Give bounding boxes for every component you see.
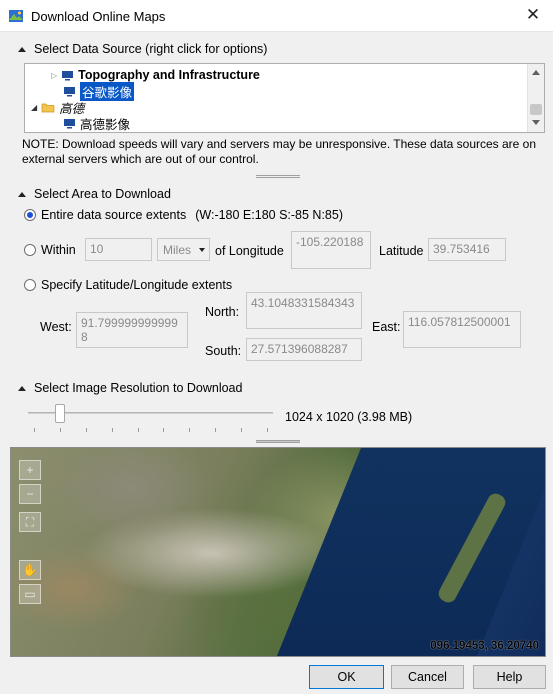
north-field[interactable]: 43.1048331584343 — [246, 292, 362, 329]
slider-tick — [137, 428, 139, 432]
close-icon[interactable]: ✕ — [521, 3, 545, 27]
tree-item-gaode-folder[interactable]: ◢ 高德 — [31, 99, 84, 116]
collapse-caret-icon[interactable] — [18, 46, 26, 52]
radio-selected-icon[interactable] — [24, 209, 36, 221]
west-label: West: — [40, 320, 72, 334]
longitude-field[interactable]: -105.220188 — [291, 231, 371, 269]
of-longitude-label: of Longitude — [215, 244, 284, 258]
tree-scrollbar[interactable] — [527, 64, 544, 132]
resolution-header-label: Select Image Resolution to Download — [34, 381, 243, 395]
within-distance-field[interactable]: 10 — [85, 238, 152, 261]
cancel-button[interactable]: Cancel — [391, 665, 464, 689]
specify-extents-label: Specify Latitude/Longitude extents — [41, 278, 233, 292]
latitude-field[interactable]: 39.753416 — [428, 238, 506, 261]
within-radio[interactable]: Within — [24, 243, 76, 257]
tree-item-label: Topography and Infrastructure — [78, 68, 260, 82]
monitor-icon — [62, 70, 74, 80]
zoom-out-icon[interactable]: − — [19, 484, 41, 504]
ocean-area — [276, 448, 545, 656]
units-dropdown[interactable]: Miles — [157, 238, 210, 261]
radio-unselected-icon[interactable] — [24, 244, 36, 256]
map-preview[interactable]: + − ⛶ ✋ ▭ 096.19453, 36.20740 — [10, 447, 546, 657]
data-source-header-label: Select Data Source (right click for opti… — [34, 42, 268, 56]
east-label: East: — [372, 320, 401, 334]
tree-item-label: 高德影像 — [80, 117, 131, 132]
radio-unselected-icon[interactable] — [24, 279, 36, 291]
resolution-header[interactable]: Select Image Resolution to Download — [18, 381, 242, 395]
note-text: NOTE: Download speeds will vary and serv… — [22, 137, 537, 166]
monitor-icon — [64, 118, 75, 128]
units-value: Miles — [163, 243, 192, 257]
slider-tick — [215, 428, 217, 432]
app-icon — [9, 10, 23, 22]
west-field[interactable]: 91.7999999999998 — [76, 312, 188, 348]
area-header-label: Select Area to Download — [34, 187, 171, 201]
window-title: Download Online Maps — [31, 9, 166, 24]
latitude-label: Latitude — [379, 244, 424, 258]
scroll-thumb[interactable] — [530, 104, 542, 115]
area-header[interactable]: Select Area to Download — [18, 187, 171, 201]
slider-tick — [111, 428, 113, 432]
scroll-down-icon[interactable] — [532, 120, 540, 125]
entire-extents-label: Entire data source extents — [41, 208, 187, 222]
south-field[interactable]: 27.571396088287 — [246, 338, 362, 361]
zoom-in-icon[interactable]: + — [19, 460, 41, 480]
slider-tick — [267, 428, 268, 432]
splitter-handle[interactable] — [256, 175, 300, 178]
dropdown-arrow-icon[interactable] — [199, 248, 205, 252]
entire-extents-radio[interactable]: Entire data source extents (W:-180 E:180… — [24, 208, 343, 222]
slider-tick — [189, 428, 191, 432]
collapse-caret-icon[interactable] — [18, 191, 26, 197]
data-source-tree[interactable]: ▷ Topography and Infrastructure 谷歌影像 ◢ 高… — [24, 63, 545, 133]
slider-tick — [163, 428, 165, 432]
resolution-slider-thumb[interactable] — [54, 404, 65, 423]
tree-item-label: 谷歌影像 — [80, 81, 135, 101]
cursor-coordinates: 096.19453, 36.20740 — [430, 640, 539, 652]
east-field[interactable]: 116.057812500001 — [403, 311, 521, 348]
ok-button[interactable]: OK — [309, 665, 384, 689]
entire-extents-values: (W:-180 E:180 S:-85 N:85) — [195, 208, 343, 222]
slider-tick — [85, 428, 87, 432]
pan-hand-icon[interactable]: ✋ — [19, 560, 41, 580]
slider-tick — [34, 428, 35, 432]
scroll-up-icon[interactable] — [532, 70, 540, 75]
monitor-icon — [64, 86, 75, 96]
collapse-arrow-icon[interactable]: ◢ — [31, 103, 37, 112]
help-button[interactable]: Help — [473, 665, 546, 689]
resolution-value: 1024 x 1020 (3.98 MB) — [285, 410, 413, 424]
splitter-handle[interactable] — [256, 440, 300, 443]
north-label: North: — [205, 305, 240, 319]
tree-item-gaode-imagery[interactable]: 高德影像 — [63, 115, 131, 132]
data-source-header[interactable]: Select Data Source (right click for opti… — [18, 42, 267, 56]
within-label: Within — [41, 243, 76, 257]
expand-arrow-icon[interactable]: ▷ — [51, 71, 57, 80]
select-box-icon[interactable]: ▭ — [19, 584, 41, 604]
specify-extents-radio[interactable]: Specify Latitude/Longitude extents — [24, 278, 232, 292]
slider-tick — [241, 428, 243, 432]
collapse-caret-icon[interactable] — [18, 385, 26, 391]
slider-tick — [59, 428, 61, 432]
zoom-extent-icon[interactable]: ⛶ — [19, 512, 41, 532]
south-label: South: — [205, 344, 242, 358]
folder-icon — [41, 103, 55, 112]
title-bar: Download Online Maps ✕ — [0, 0, 553, 32]
